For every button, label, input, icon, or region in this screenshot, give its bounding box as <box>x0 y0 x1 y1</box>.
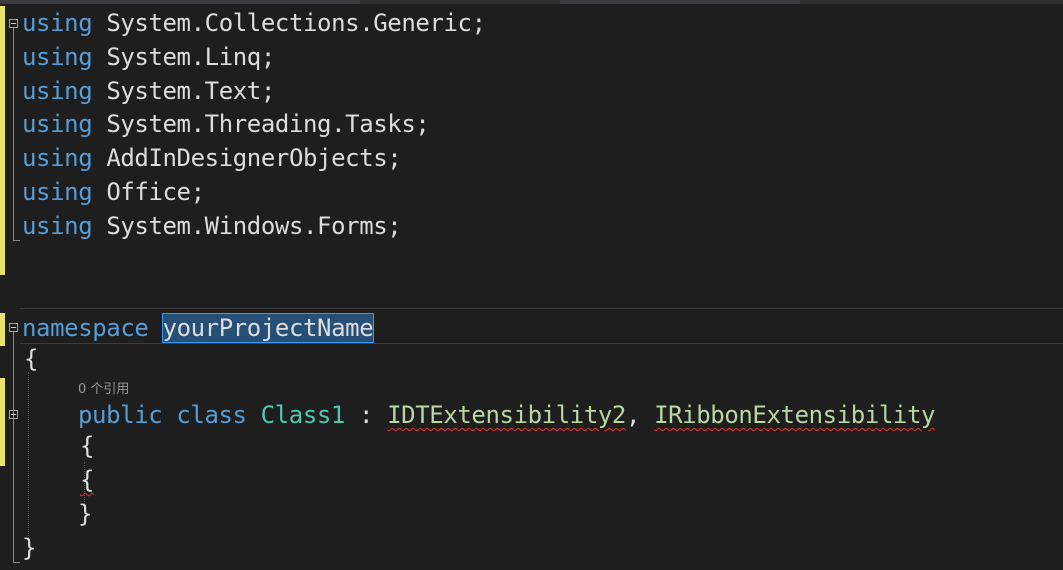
change-marker <box>0 313 5 346</box>
namespace-ref: Office; <box>106 178 205 206</box>
keyword: using <box>22 43 93 71</box>
class-name: Class1 <box>260 401 346 429</box>
codelens-references[interactable]: 0 个引用 <box>78 378 129 397</box>
code-editor[interactable]: using System.Collections.Generic; using … <box>0 0 1063 570</box>
top-scroll-strip <box>0 0 1063 4</box>
code-line-class[interactable]: public class Class1 : IDTExtensibility2,… <box>78 398 935 432</box>
code-line-using[interactable]: using System.Collections.Generic; <box>22 6 486 40</box>
code-line-namespace[interactable]: namespace yourProjectName <box>22 311 375 345</box>
code-line-using[interactable]: using Office; <box>22 175 205 209</box>
keyword: using <box>22 9 93 37</box>
brace: { <box>24 345 39 373</box>
outline-line <box>13 332 14 562</box>
change-marker <box>0 6 5 275</box>
outline-end <box>13 240 20 241</box>
namespace-ref: System.Windows.Forms; <box>106 212 402 240</box>
keyword: using <box>22 212 93 240</box>
collapse-icon[interactable] <box>9 323 18 332</box>
comma: , <box>625 401 655 429</box>
namespace-ref: System.Collections.Generic; <box>106 9 486 37</box>
outline-end <box>13 562 20 563</box>
interface-error[interactable]: IRibbonExtensibility <box>654 401 935 429</box>
namespace-ref: System.Linq; <box>106 43 275 71</box>
code-line-using[interactable]: using System.Text; <box>22 74 275 108</box>
brace: } <box>78 500 93 528</box>
keyword: using <box>22 144 93 172</box>
keyword: class <box>176 401 247 429</box>
selected-namespace-name[interactable]: yourProjectName <box>161 313 375 343</box>
indent-guide <box>28 372 29 538</box>
interface-error[interactable]: IDTExtensibility2 <box>387 401 626 429</box>
namespace-ref: System.Text; <box>106 77 275 105</box>
keyword: using <box>22 110 93 138</box>
code-line-brace[interactable]: } <box>78 497 92 531</box>
colon: : <box>344 401 388 429</box>
code-line-using[interactable]: using AddInDesignerObjects; <box>22 141 402 175</box>
code-line-brace[interactable]: { <box>80 429 94 463</box>
namespace-ref: System.Threading.Tasks; <box>106 110 430 138</box>
change-marker <box>0 378 5 466</box>
keyword: using <box>22 77 93 105</box>
namespace-ref: AddInDesignerObjects; <box>106 144 402 172</box>
brace-error[interactable]: { <box>80 466 94 494</box>
collapse-icon[interactable] <box>9 410 18 419</box>
keyword: namespace <box>22 314 149 342</box>
collapse-icon[interactable] <box>9 19 18 28</box>
code-line-brace[interactable]: } <box>22 531 36 565</box>
brace: { <box>80 432 95 460</box>
code-line-using[interactable]: using System.Windows.Forms; <box>22 209 402 243</box>
code-line-brace[interactable]: { <box>80 463 94 497</box>
code-line-using[interactable]: using System.Threading.Tasks; <box>22 107 430 141</box>
keyword: using <box>22 178 93 206</box>
brace: } <box>22 534 37 562</box>
outline-line <box>13 28 14 240</box>
code-line-using[interactable]: using System.Linq; <box>22 40 275 74</box>
keyword: public <box>78 401 163 429</box>
code-line-brace[interactable]: { <box>24 342 38 376</box>
block-separator <box>20 308 1063 309</box>
